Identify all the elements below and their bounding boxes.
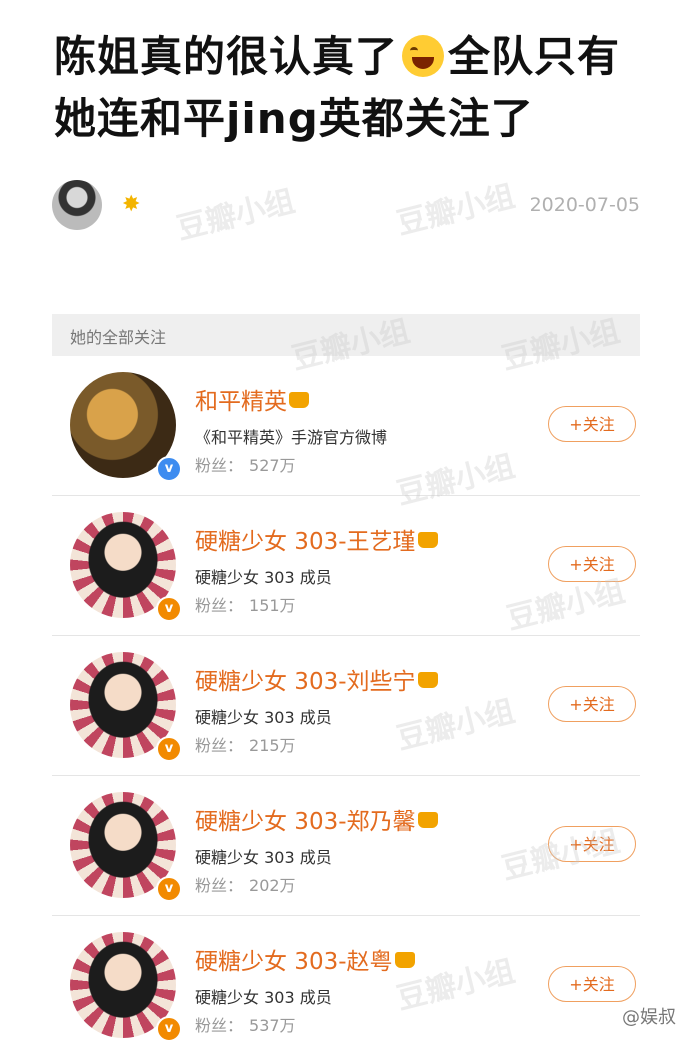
corner-signature: @娱叔 <box>622 1007 676 1028</box>
verified-blue-icon: v <box>156 456 182 482</box>
verified-orange-icon: v <box>156 876 182 902</box>
fans-label: 粉丝： <box>195 456 244 475</box>
account-desc: 硬糖少女 303 成员 <box>195 988 332 1007</box>
post-date: 2020-07-05 <box>529 194 640 216</box>
following-list: v 和平精英 《和平精英》手游官方微博 粉丝： 527万 +关注 v 硬糖少女 3… <box>52 356 640 1055</box>
crown-icon <box>289 392 309 408</box>
fans-count: 202万 <box>249 876 296 895</box>
tears-of-joy-emoji-icon <box>402 35 445 77</box>
account-fans: 粉丝： 202万 <box>195 872 296 896</box>
account-desc: 硬糖少女 303 成员 <box>195 848 332 867</box>
fans-count: 151万 <box>249 596 296 615</box>
author-row: ✸ 2020-07-05 <box>52 180 640 230</box>
account-fans: 粉丝： 215万 <box>195 732 296 756</box>
crown-icon <box>417 812 438 828</box>
following-section-header: 她的全部关注 <box>52 314 640 356</box>
account-desc: 《和平精英》手游官方微博 <box>195 428 388 447</box>
account-name[interactable]: 硬糖少女 303-郑乃馨 <box>195 802 438 836</box>
verified-orange-icon: v <box>156 736 182 762</box>
crown-icon <box>417 532 438 548</box>
fans-count: 527万 <box>249 456 296 475</box>
list-item[interactable]: v 硬糖少女 303-赵粤 硬糖少女 303 成员 粉丝： 537万 +关注 <box>52 916 640 1055</box>
post-title: 陈姐真的很认真了 全队只有她连和平jing英都关注了 <box>54 26 654 150</box>
account-name-text: 硬糖少女 303-赵粤 <box>195 949 393 975</box>
list-item[interactable]: v 硬糖少女 303-郑乃馨 硬糖少女 303 成员 粉丝： 202万 +关注 <box>52 776 640 916</box>
author-avatar[interactable] <box>52 180 102 230</box>
fans-count: 537万 <box>249 1016 296 1035</box>
sun-badge-icon: ✸ <box>122 192 141 217</box>
verified-orange-icon: v <box>156 1016 182 1042</box>
account-name-text: 硬糖少女 303-刘些宁 <box>195 669 416 695</box>
account-name[interactable]: 硬糖少女 303-赵粤 <box>195 942 415 976</box>
list-item[interactable]: v 和平精英 《和平精英》手游官方微博 粉丝： 527万 +关注 <box>52 356 640 496</box>
fans-label: 粉丝： <box>195 1016 244 1035</box>
verified-orange-icon: v <box>156 596 182 622</box>
follow-button[interactable]: +关注 <box>548 686 636 722</box>
account-name-text: 和平精英 <box>195 389 287 415</box>
crown-icon <box>417 672 438 688</box>
account-name[interactable]: 和平精英 <box>195 382 309 416</box>
follow-button[interactable]: +关注 <box>548 546 636 582</box>
account-name[interactable]: 硬糖少女 303-刘些宁 <box>195 662 438 696</box>
account-desc: 硬糖少女 303 成员 <box>195 708 332 727</box>
follow-button[interactable]: +关注 <box>548 406 636 442</box>
fans-label: 粉丝： <box>195 876 244 895</box>
list-item[interactable]: v 硬糖少女 303-刘些宁 硬糖少女 303 成员 粉丝： 215万 +关注 <box>52 636 640 776</box>
fans-count: 215万 <box>249 736 296 755</box>
account-name-text: 硬糖少女 303-王艺瑾 <box>195 529 416 555</box>
post-title-part1: 陈姐真的很认真了 <box>54 32 399 81</box>
follow-button[interactable]: +关注 <box>548 826 636 862</box>
account-name[interactable]: 硬糖少女 303-王艺瑾 <box>195 522 438 556</box>
fans-label: 粉丝： <box>195 736 244 755</box>
account-fans: 粉丝： 527万 <box>195 452 296 476</box>
crown-icon <box>394 952 415 968</box>
fans-label: 粉丝： <box>195 596 244 615</box>
follow-button[interactable]: +关注 <box>548 966 636 1002</box>
list-item[interactable]: v 硬糖少女 303-王艺瑾 硬糖少女 303 成员 粉丝： 151万 +关注 <box>52 496 640 636</box>
account-fans: 粉丝： 537万 <box>195 1012 296 1036</box>
account-desc: 硬糖少女 303 成员 <box>195 568 332 587</box>
account-name-text: 硬糖少女 303-郑乃馨 <box>195 809 416 835</box>
account-fans: 粉丝： 151万 <box>195 592 296 616</box>
